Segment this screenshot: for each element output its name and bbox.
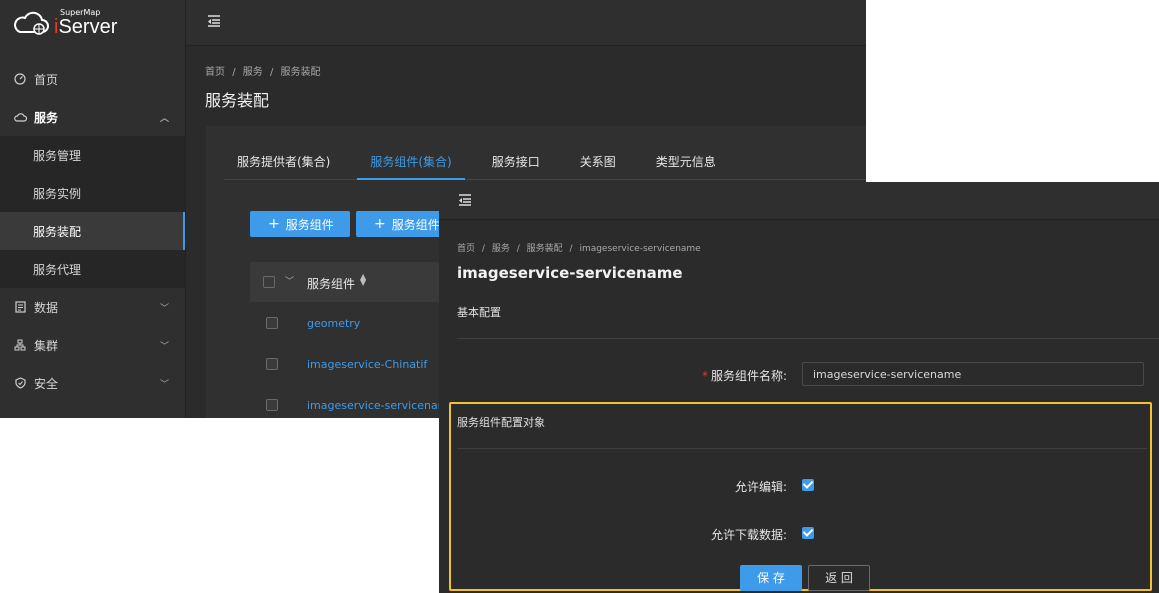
breadcrumb-item[interactable]: 首页 <box>205 67 225 78</box>
sidebar-item-service-instance[interactable]: 服务实例 <box>0 174 185 212</box>
breadcrumb: 首页 / 服务 / 服务装配 / imageservice-servicenam… <box>457 241 705 254</box>
allow-download-checkbox[interactable] <box>802 527 814 539</box>
menu-fold-icon[interactable] <box>457 192 473 208</box>
row-checkbox[interactable] <box>266 317 278 329</box>
logo-big-text: iServer <box>54 16 118 38</box>
sidebar-item-home[interactable]: 首页 <box>0 60 185 98</box>
sidebar-item-security[interactable]: 安全 ﹀ <box>0 364 185 402</box>
tab-service-interfaces[interactable]: 服务接口 <box>479 146 553 180</box>
sidebar-item-service-manage[interactable]: 服务管理 <box>0 136 185 174</box>
column-header-component[interactable]: 服务组件 <box>307 275 355 292</box>
breadcrumb-separator: / <box>232 67 236 78</box>
divider <box>457 448 1147 449</box>
component-name-input[interactable] <box>802 362 1144 386</box>
page-title: imageservice-servicename <box>457 264 683 282</box>
save-button[interactable]: 保 存 <box>740 565 802 591</box>
sidebar-item-label: 服务代理 <box>33 262 82 277</box>
tab-service-providers[interactable]: 服务提供者(集合) <box>224 146 343 180</box>
sidebar-item-label: 服务实例 <box>33 186 82 201</box>
sidebar-item-label: 服务装配 <box>33 224 82 239</box>
sidebar-item-cluster[interactable]: 集群 ﹀ <box>0 326 185 364</box>
logo[interactable]: SuperMap iServer <box>0 0 185 46</box>
chevron-up-icon: ︿ <box>159 114 169 124</box>
back-button[interactable]: 返 回 <box>808 565 870 591</box>
sidebar: SuperMap iServer 首页 服务 ︿ 服务管理 服务实例 服务装配 … <box>0 0 186 418</box>
sidebar-item-service[interactable]: 服务 ︿ <box>0 98 185 136</box>
sidebar-item-label: 首页 <box>34 72 59 87</box>
tab-type-metadata[interactable]: 类型元信息 <box>643 146 729 180</box>
sidebar-submenu: 服务管理 服务实例 服务装配 服务代理 <box>0 136 185 288</box>
tab-service-components[interactable]: 服务组件(集合) <box>357 146 465 180</box>
menu-fold-icon[interactable] <box>206 13 222 29</box>
sidebar-item-label: 安全 <box>34 376 59 391</box>
plus-icon: + <box>268 216 280 232</box>
dashboard-icon <box>13 72 27 86</box>
top-bar <box>186 0 866 46</box>
highlight-box <box>449 402 1152 591</box>
name-field-label: * 服务组件名称: <box>639 367 787 384</box>
shield-icon <box>13 376 27 390</box>
cluster-icon <box>13 338 27 352</box>
sidebar-item-data[interactable]: 数据 ﹀ <box>0 288 185 326</box>
cloud-logo-icon <box>14 11 49 35</box>
breadcrumb-separator: / <box>269 67 274 78</box>
logo-text: SuperMap iServer <box>54 9 118 38</box>
sidebar-item-label: 集群 <box>34 338 59 353</box>
breadcrumb-separator: / <box>569 244 573 254</box>
tab-bar: 服务提供者(集合) 服务组件(集合) 服务接口 关系图 类型元信息 <box>224 146 866 180</box>
button-label: 服务组件 <box>285 217 334 232</box>
component-link[interactable]: geometry <box>307 317 360 330</box>
breadcrumb-item[interactable]: 服务 <box>243 67 263 78</box>
component-link[interactable]: imageservice-servicename <box>307 399 455 412</box>
breadcrumb-item: 服务装配 <box>280 67 321 78</box>
button-label: 服务组件 <box>391 217 440 232</box>
sidebar-item-service-proxy[interactable]: 服务代理 <box>0 250 185 288</box>
breadcrumb-item[interactable]: 服务 <box>492 244 510 254</box>
breadcrumb-separator: / <box>516 244 520 254</box>
select-all-checkbox[interactable] <box>263 276 275 288</box>
plus-icon: + <box>374 216 386 232</box>
database-icon <box>13 300 27 314</box>
cloud-icon <box>13 110 27 124</box>
page-title: 服务装配 <box>205 91 270 110</box>
required-mark: * <box>701 369 708 383</box>
name-label-text: 服务组件名称: <box>710 369 787 383</box>
sort-icon[interactable]: ▲ ▼ <box>360 273 366 287</box>
breadcrumb-item: imageservice-servicename <box>579 244 701 254</box>
front-window: 首页 / 服务 / 服务装配 / imageservice-servicenam… <box>439 182 1159 593</box>
row-checkbox[interactable] <box>266 358 278 370</box>
add-component-button[interactable]: + 服务组件 <box>250 211 350 237</box>
sidebar-item-label: 数据 <box>34 300 59 315</box>
breadcrumb-item[interactable]: 首页 <box>457 244 475 254</box>
row-checkbox[interactable] <box>266 399 278 411</box>
chevron-down-icon: ﹀ <box>159 304 169 314</box>
sidebar-item-label: 服务管理 <box>33 148 82 163</box>
breadcrumb-item[interactable]: 服务装配 <box>527 244 563 254</box>
component-link[interactable]: imageservice-Chinatif <box>307 358 427 371</box>
top-bar <box>439 182 1159 220</box>
breadcrumb-separator: / <box>481 244 485 254</box>
chevron-down-icon[interactable]: ﹀ <box>285 274 294 287</box>
section-config-object: 服务组件配置对象 <box>457 416 545 429</box>
allow-edit-label: 允许编辑: <box>734 480 787 494</box>
chevron-down-icon: ﹀ <box>159 342 169 352</box>
sidebar-item-service-assembly[interactable]: 服务装配 <box>0 212 185 250</box>
divider <box>457 338 1159 339</box>
allow-edit-checkbox[interactable] <box>802 479 814 491</box>
tab-relationship-graph[interactable]: 关系图 <box>567 146 629 180</box>
chevron-down-icon: ﹀ <box>159 380 169 390</box>
sidebar-item-label: 服务 <box>34 110 59 125</box>
allow-download-label: 允许下载数据: <box>710 528 787 542</box>
breadcrumb: 首页 / 服务 / 服务装配 <box>205 63 325 78</box>
section-basic-config: 基本配置 <box>457 306 501 319</box>
